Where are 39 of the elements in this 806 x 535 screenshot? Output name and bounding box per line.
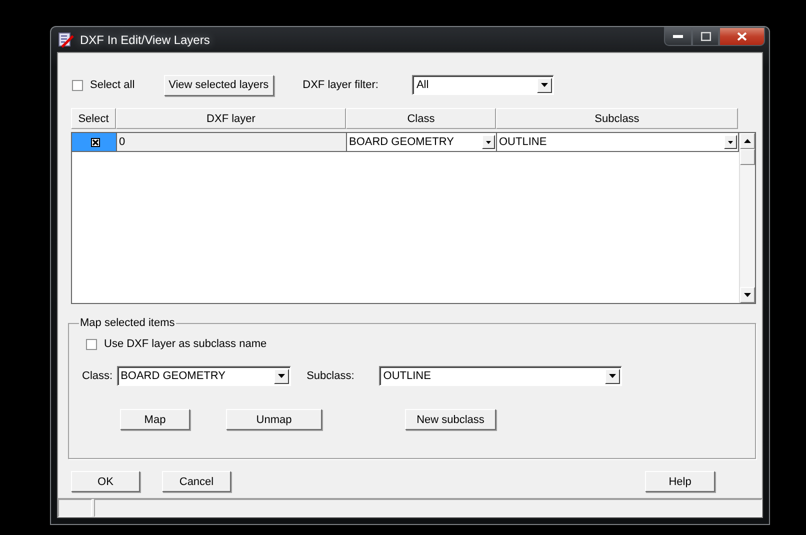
subclass-dropdown[interactable]: OUTLINE xyxy=(497,133,739,151)
close-icon xyxy=(737,32,747,41)
subclass-label: Subclass: xyxy=(306,370,354,382)
class-dropdown[interactable]: BOARD GEOMETRY xyxy=(347,133,497,151)
dialog-button[interactable]: Unmap xyxy=(226,409,322,430)
checkbox-label: Use DXF layer as subclass name xyxy=(104,338,267,350)
column-header[interactable]: DXF layer xyxy=(116,108,346,129)
filter-label: DXF layer filter: xyxy=(302,79,378,91)
column-header[interactable]: Subclass xyxy=(496,108,738,129)
table-cell: 0 xyxy=(117,133,347,151)
dialog-button[interactable]: OK xyxy=(71,471,140,492)
checkbox[interactable] xyxy=(86,338,97,350)
maximize-button[interactable] xyxy=(692,27,719,46)
minimize-button[interactable] xyxy=(664,27,692,46)
close-button[interactable] xyxy=(719,27,765,46)
scroll-down-icon[interactable] xyxy=(740,287,755,303)
column-header[interactable]: Select xyxy=(71,108,116,129)
dialog-button[interactable]: Cancel xyxy=(162,471,231,492)
window-title: DXF In Edit/View Layers xyxy=(80,32,210,46)
view-selected-button[interactable]: View selected layers xyxy=(164,74,274,96)
scroll-up-icon[interactable] xyxy=(740,133,755,149)
checkbox[interactable] xyxy=(72,80,83,90)
dialog-button[interactable]: Map xyxy=(120,409,190,430)
group-title: Map selected items xyxy=(79,317,176,329)
class-label: Class: xyxy=(82,370,113,382)
minimize-icon xyxy=(673,34,683,38)
filter-dropdown[interactable]: All xyxy=(412,75,554,95)
checkbox-label: Select all xyxy=(90,79,135,91)
app-icon xyxy=(58,32,74,48)
subclass-dropdown[interactable]: OUTLINE xyxy=(379,366,622,386)
dialog-button[interactable]: Help xyxy=(645,471,715,492)
checkbox[interactable] xyxy=(90,138,100,146)
scroll-thumb[interactable] xyxy=(740,149,755,165)
dialog-button[interactable]: New subclass xyxy=(405,409,496,430)
select-cell[interactable] xyxy=(72,133,117,151)
maximize-icon xyxy=(700,32,710,41)
scrollbar[interactable] xyxy=(739,133,755,303)
class-dropdown[interactable]: BOARD GEOMETRY xyxy=(116,366,291,386)
column-header[interactable]: Class xyxy=(346,108,496,129)
